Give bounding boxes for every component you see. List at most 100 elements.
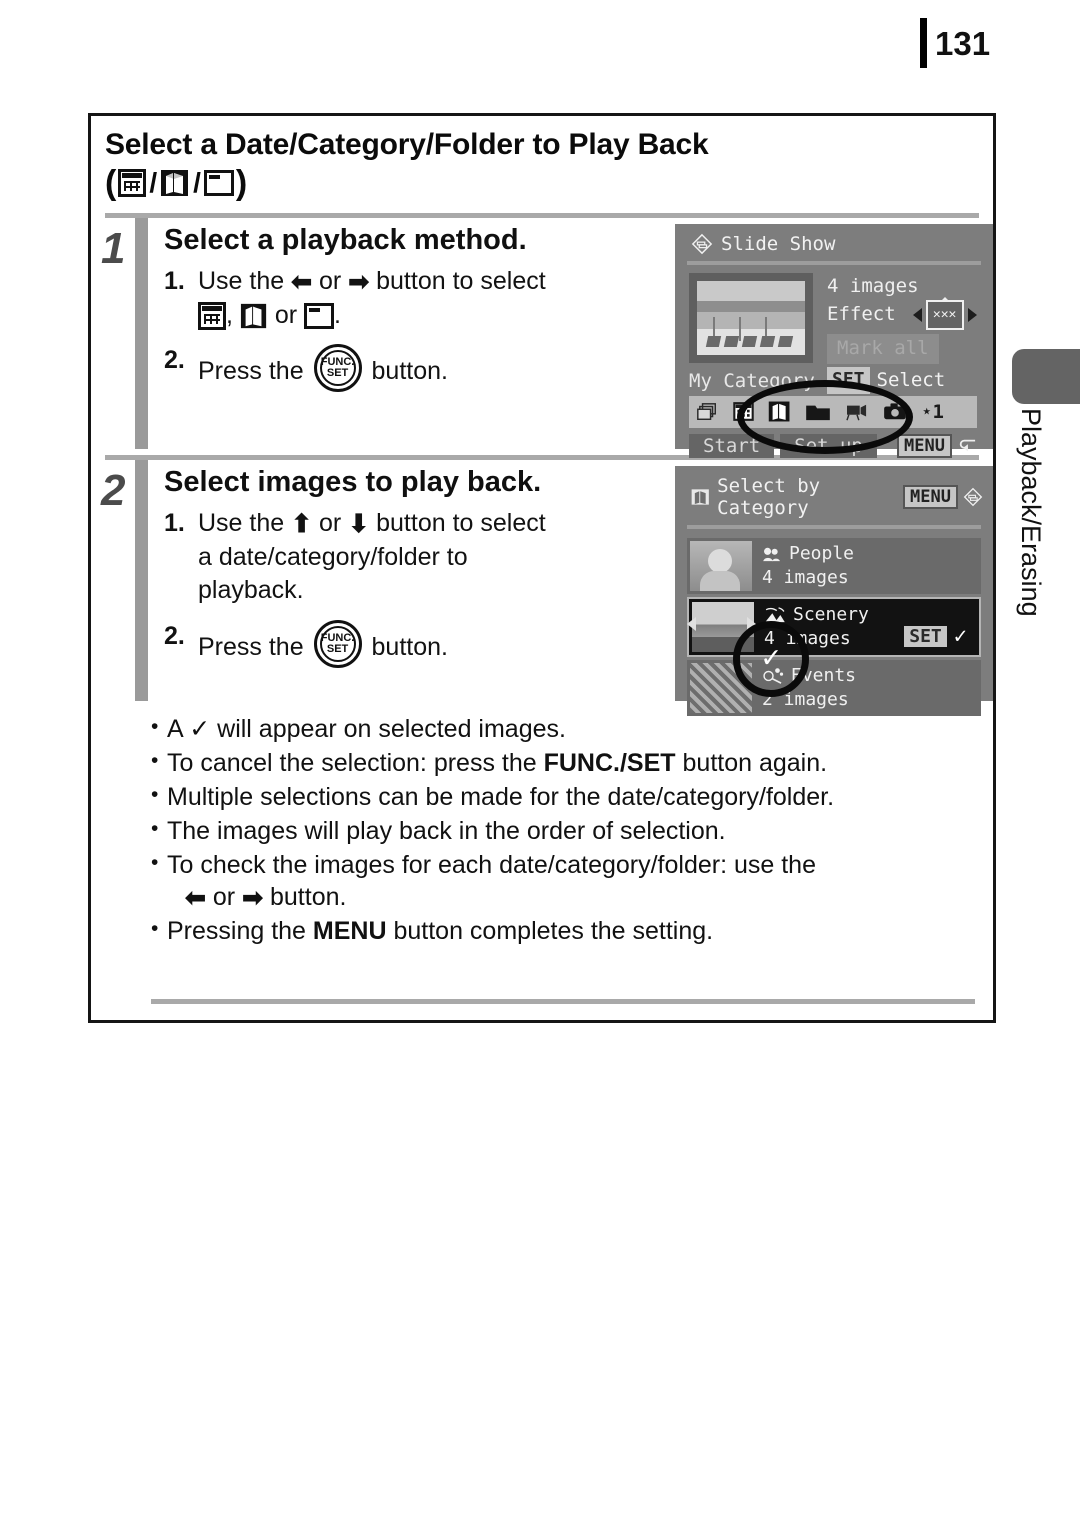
side-index-tab bbox=[1012, 349, 1080, 404]
lcd-slide-show-titlebar: Slide Show bbox=[675, 224, 993, 255]
category-list: People 4 images Scenery 4 images SET ✓ ✓… bbox=[675, 529, 993, 716]
step-2-heading: Select images to play back. bbox=[164, 465, 542, 498]
note-2-funcset: FUNC./SET bbox=[543, 748, 676, 777]
s1-button-to-select: button to select bbox=[376, 267, 546, 296]
check-mark-icon: ✓ bbox=[953, 623, 967, 649]
note-6-c: button completes the setting. bbox=[386, 916, 714, 945]
note-2-a: To cancel the selection: press the bbox=[167, 748, 544, 777]
mark-all-button[interactable]: Mark all bbox=[827, 334, 939, 364]
page-title-area: Select a Date/Category/Folder to Play Ba… bbox=[91, 116, 993, 203]
s2-button-to-select: button to select bbox=[376, 509, 546, 538]
slide-show-image-count: 4 images bbox=[827, 274, 919, 297]
content-frame: Select a Date/Category/Folder to Play Ba… bbox=[88, 113, 996, 1023]
s2-button: button. bbox=[371, 632, 448, 661]
s2-or: or bbox=[319, 509, 342, 538]
slash-2: / bbox=[193, 167, 201, 199]
step-1-substep-1: 1. Use the ⬅ or ➡ button to select , or … bbox=[164, 267, 546, 331]
category-row-scenery[interactable]: Scenery 4 images SET ✓ ✓ bbox=[687, 596, 981, 697]
step-2-substep-1-num: 1. bbox=[164, 509, 185, 538]
page-title: Select a Date/Category/Folder to Play Ba… bbox=[105, 128, 709, 161]
prev-image-arrow-icon[interactable] bbox=[687, 616, 696, 631]
step-1-heading: Select a playback method. bbox=[164, 223, 527, 256]
s1-or: or bbox=[319, 267, 342, 296]
set-key-badge: SET bbox=[904, 625, 947, 647]
s2-line2: a date/category/folder to bbox=[198, 542, 468, 571]
beach-thumbnail bbox=[697, 280, 805, 355]
lcd-slide-show-screen: Slide Show 4 images Effect ✕✕✕ Mark all … bbox=[675, 223, 993, 458]
category-name-scenery: Scenery bbox=[793, 604, 869, 626]
portrait-thumbnail bbox=[690, 540, 752, 591]
note-6: • Pressing the MENU button completes the… bbox=[151, 916, 714, 945]
note-2: • To cancel the selection: press the FUN… bbox=[151, 748, 828, 777]
slide-show-icon bbox=[963, 487, 983, 506]
favorite-star-1-icon[interactable]: ⋆1 bbox=[921, 401, 944, 423]
effect-selector[interactable]: ✕✕✕ bbox=[912, 297, 977, 331]
divider-bottom bbox=[151, 999, 975, 1004]
page-number: 131 bbox=[935, 24, 991, 62]
arrow-left-icon: ⬅ bbox=[185, 883, 206, 912]
step-2-substep-2-num: 2. bbox=[164, 621, 185, 650]
slash-1: / bbox=[149, 167, 158, 199]
step-1-number: 1 bbox=[101, 223, 126, 273]
page-number-rule bbox=[920, 18, 927, 68]
s1-period: . bbox=[334, 300, 341, 329]
category-count-people: 4 images bbox=[762, 566, 849, 588]
close-paren: ) bbox=[235, 163, 248, 202]
step-2: 2 Select images to play back. 1. Use the… bbox=[91, 459, 993, 716]
arrow-left-icon: ⬅ bbox=[291, 268, 313, 297]
my-category-icon bbox=[161, 170, 189, 197]
note-2-c: button again. bbox=[675, 748, 828, 777]
folder-icon bbox=[203, 170, 234, 197]
note-5-text: To check the images for each date/catego… bbox=[167, 850, 816, 879]
page-number-block: 131 bbox=[920, 18, 990, 68]
check-mark-icon: ✓ bbox=[189, 714, 211, 743]
return-arrow-icon bbox=[959, 439, 976, 451]
note-4: • The images will play back in the order… bbox=[151, 815, 993, 847]
s2-line3: playback. bbox=[198, 576, 304, 605]
folder-icon bbox=[304, 303, 335, 330]
lcd-category-title: Select by Category bbox=[717, 474, 821, 519]
multi-image-icon[interactable] bbox=[697, 402, 719, 422]
s1-or-2: or bbox=[274, 300, 298, 329]
step-1-substep-1-num: 1. bbox=[164, 267, 185, 296]
step-2-number: 2 bbox=[101, 465, 126, 515]
step-2-substep-1: 1. Use the ⬆ or ⬇ button to select a dat… bbox=[164, 507, 675, 608]
step-1-substep-2-num: 2. bbox=[164, 346, 185, 375]
note-6-menu: MENU bbox=[312, 916, 387, 945]
people-icon bbox=[763, 547, 780, 562]
menu-key-badge[interactable]: MENU bbox=[903, 484, 958, 509]
check-highlight-annotation: ✓ bbox=[733, 620, 809, 697]
category-row-events[interactable]: Events 2 images bbox=[687, 659, 981, 716]
note-1: • A ✓ will appear on selected images. bbox=[151, 714, 566, 743]
arrow-right-icon: ➡ bbox=[348, 268, 370, 297]
arrow-right-icon: ➡ bbox=[242, 883, 264, 912]
step-1-bar bbox=[135, 217, 148, 449]
side-index-tab-label: Playback/Erasing bbox=[1016, 408, 1046, 617]
menu-key-badge[interactable]: MENU bbox=[897, 433, 952, 458]
note-3: • Multiple selections can be made for th… bbox=[151, 781, 993, 813]
open-paren: ( bbox=[105, 163, 117, 202]
note-1-a: A bbox=[167, 714, 190, 743]
category-row-people[interactable]: People 4 images bbox=[687, 537, 981, 594]
note-4-text: The images will play back in the order o… bbox=[167, 816, 726, 845]
note-5-or: or bbox=[212, 882, 236, 911]
note-5-tail: button. bbox=[270, 882, 347, 911]
my-category-icon bbox=[691, 488, 709, 505]
effect-next-arrow-icon[interactable] bbox=[967, 308, 977, 323]
lcd-select-by-category-screen: Select by Category MENU People 4 images … bbox=[675, 465, 993, 716]
note-1-c: will appear on selected images. bbox=[210, 714, 566, 743]
lcd-slide-show-title: Slide Show bbox=[721, 232, 836, 255]
note-3-text: Multiple selections can be made for the … bbox=[167, 782, 835, 811]
effect-transition-icon: ✕✕✕ bbox=[925, 297, 964, 331]
effect-prev-arrow-icon[interactable] bbox=[912, 308, 922, 323]
date-calendar-icon bbox=[198, 302, 226, 331]
category-name-people: People bbox=[789, 543, 855, 565]
arrow-down-icon: ⬇ bbox=[348, 510, 370, 539]
note-5: • To check the images for each date/cate… bbox=[151, 850, 816, 912]
step-2-substep-2: 2. Press the FUNC. SET button. bbox=[164, 619, 675, 668]
s1-press-the: Press the bbox=[198, 357, 304, 386]
highlight-oval-annotation bbox=[737, 379, 913, 454]
note-6-a: Pressing the bbox=[167, 916, 313, 945]
s1-button: button. bbox=[371, 357, 448, 386]
step-1-substep-2: 2. Press the FUNC. SET button. bbox=[164, 344, 675, 393]
